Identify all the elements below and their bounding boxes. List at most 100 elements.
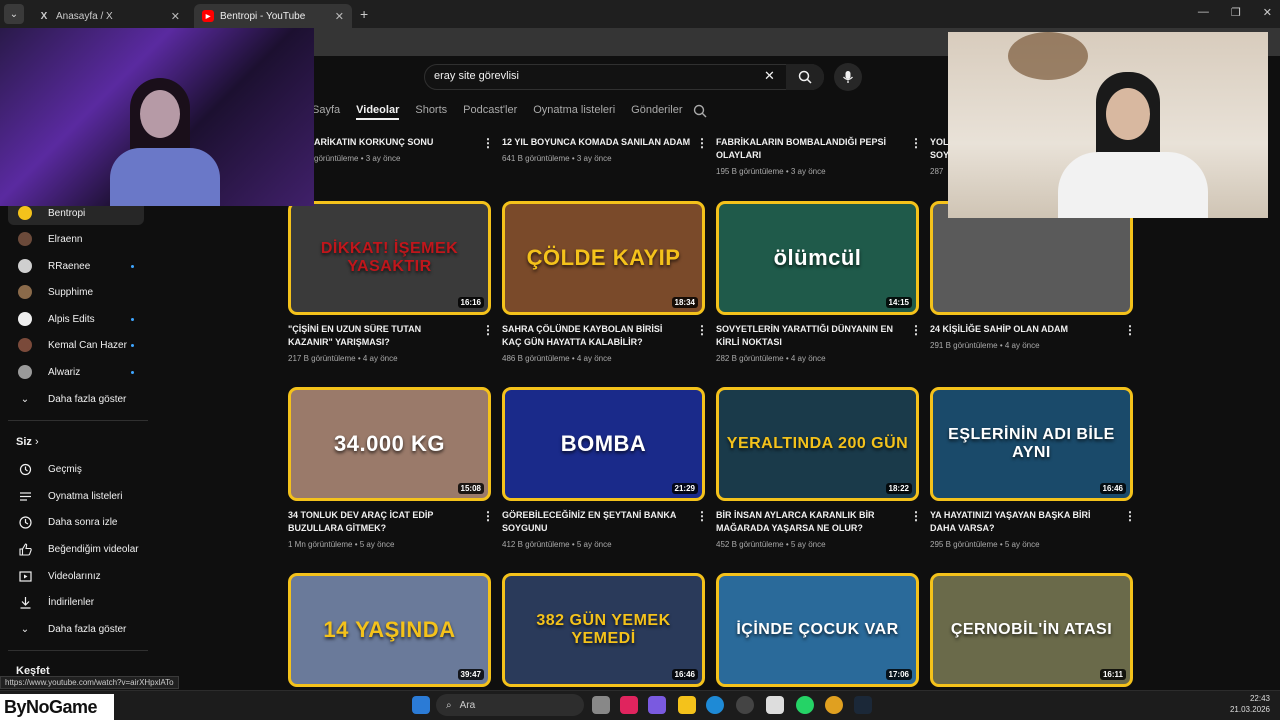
sidebar-item-playlists[interactable]: Oynatma listeleri xyxy=(8,484,144,508)
sidebar-item-supphime[interactable]: Supphime xyxy=(8,280,144,304)
video-thumbnail[interactable] xyxy=(930,201,1133,315)
steam-icon[interactable] xyxy=(854,696,872,714)
divider xyxy=(8,420,148,421)
new-tab-button[interactable]: + xyxy=(360,6,368,22)
more-options-icon[interactable]: ⋮ xyxy=(482,509,494,523)
sidebar-item-watch-later[interactable]: Daha sonra izle xyxy=(8,510,144,534)
video-thumbnail[interactable]: 34.000 KG 15:08 xyxy=(288,387,491,501)
store-icon[interactable] xyxy=(766,696,784,714)
windows-start-icon[interactable] xyxy=(412,696,430,714)
you-section-heading[interactable]: Siz › xyxy=(16,436,39,448)
app-icon[interactable] xyxy=(736,696,754,714)
chrome-icon[interactable] xyxy=(825,696,843,714)
partial-video-title[interactable]: YOL SOY xyxy=(930,136,950,162)
video-thumbnail[interactable]: BOMBA 21:29 xyxy=(502,387,705,501)
video-thumbnail[interactable]: 382 GÜN YEMEK YEMEDİ 16:46 xyxy=(502,573,705,687)
more-options-icon[interactable]: ⋮ xyxy=(696,509,708,523)
video-thumbnail[interactable]: ölümcül 14:15 xyxy=(716,201,919,315)
tab-shorts[interactable]: Shorts xyxy=(415,104,447,120)
close-window-icon[interactable]: ✕ xyxy=(1263,6,1272,19)
browser-tab-bar: ⌄ X Anasayfa / X ✕ ▶ Bentropi - YouTube … xyxy=(0,0,1280,28)
partial-video-title[interactable]: ARİKATIN KORKUNÇ SONU xyxy=(314,136,484,149)
minimize-icon[interactable]: — xyxy=(1198,6,1209,19)
whatsapp-icon[interactable] xyxy=(796,696,814,714)
task-view-icon[interactable] xyxy=(592,696,610,714)
more-options-icon[interactable]: ⋮ xyxy=(482,323,494,337)
video-title[interactable]: 24 KİŞİLİĞE SAHİP OLAN ADAM xyxy=(930,323,1110,336)
more-options-icon[interactable]: ⋮ xyxy=(482,136,494,150)
video-thumbnail[interactable]: EŞLERİNİN ADI BİLE AYNI 16:46 xyxy=(930,387,1133,501)
video-title[interactable]: SAHRA ÇÖLÜNDE KAYBOLAN BİRİSİ KAÇ GÜN HA… xyxy=(502,323,682,349)
video-thumbnail[interactable]: ÇERNOBİL'İN ATASI 16:11 xyxy=(930,573,1133,687)
more-options-icon[interactable]: ⋮ xyxy=(1124,323,1136,337)
chevron-down-icon: ⌄ xyxy=(20,393,30,405)
tab-posts[interactable]: Gönderiler xyxy=(631,104,682,120)
tab-videos[interactable]: Videolar xyxy=(356,104,400,120)
tab-playlists[interactable]: Oynatma listeleri xyxy=(533,104,615,120)
tab-x[interactable]: X Anasayfa / X ✕ xyxy=(30,4,188,28)
sidebar-item-downloads[interactable]: İndirilenler xyxy=(8,590,144,614)
close-icon[interactable]: ✕ xyxy=(335,10,344,23)
copilot-icon[interactable] xyxy=(648,696,666,714)
system-tray-clock[interactable]: 22:43 21.03.2026 xyxy=(1230,693,1270,715)
more-options-icon[interactable]: ⋮ xyxy=(910,136,922,150)
avatar xyxy=(18,206,32,220)
duration-badge: 21:29 xyxy=(671,483,698,494)
search-icon: ⌕ xyxy=(446,699,452,711)
video-thumbnail[interactable]: YERALTINDA 200 GÜN 18:22 xyxy=(716,387,919,501)
duration-badge: 39:47 xyxy=(457,669,484,680)
sidebar-item-kemal-can-hazer[interactable]: Kemal Can Hazer xyxy=(8,333,144,357)
tab-podcasts[interactable]: Podcast'ler xyxy=(463,104,517,120)
sidebar-item-liked-videos[interactable]: Beğendiğim videolar xyxy=(8,537,144,561)
search-button[interactable] xyxy=(786,64,824,90)
channel-tabs: Sayfa Videolar Shorts Podcast'ler Oynatm… xyxy=(312,104,699,120)
tab-search-icon[interactable]: ⌄ xyxy=(4,4,24,24)
edge-icon[interactable] xyxy=(706,696,724,714)
partial-video-title[interactable]: 12 YIL BOYUNCA KOMADA SANILAN ADAM xyxy=(502,136,692,149)
show-more-subscriptions-button[interactable]: ⌄ Daha fazla göster xyxy=(8,387,144,411)
sidebar-item-alwariz[interactable]: Alwariz xyxy=(8,360,144,384)
video-title[interactable]: 34 TONLUK DEV ARAÇ İCAT EDİP BUZULLARA G… xyxy=(288,509,468,535)
show-more-you-button[interactable]: ⌄ Daha fazla göster xyxy=(8,617,144,641)
more-options-icon[interactable]: ⋮ xyxy=(1124,509,1136,523)
video-title[interactable]: GÖREBİLECEĞİNİZ EN ŞEYTANİ BANKA SOYGUNU xyxy=(502,509,682,535)
more-options-icon[interactable]: ⋮ xyxy=(910,323,922,337)
sidebar-item-alpis-edits[interactable]: Alpis Edits xyxy=(8,307,144,331)
avatar xyxy=(18,365,32,379)
sidebar-item-rraenee[interactable]: RRaenee xyxy=(8,254,144,278)
video-thumbnail[interactable]: İÇİNDE ÇOCUK VAR 17:06 xyxy=(716,573,919,687)
sidebar-item-elraenn[interactable]: Elraenn xyxy=(8,227,144,251)
tab-home[interactable]: Sayfa xyxy=(312,104,340,120)
duration-badge: 17:06 xyxy=(885,669,912,680)
your-videos-icon xyxy=(18,570,32,583)
video-thumbnail[interactable]: DİKKAT! İŞEMEK YASAKTIR 16:16 xyxy=(288,201,491,315)
duration-badge: 18:34 xyxy=(671,297,698,308)
video-thumbnail[interactable]: ÇÖLDE KAYIP 18:34 xyxy=(502,201,705,315)
file-explorer-icon[interactable] xyxy=(678,696,696,714)
sidebar-item-history[interactable]: Geçmiş xyxy=(8,457,144,481)
partial-video-title[interactable]: FABRİKALARIN BOMBALANDIĞI PEPSİ OLAYLARI xyxy=(716,136,896,162)
more-options-icon[interactable]: ⋮ xyxy=(696,136,708,150)
close-icon[interactable]: ✕ xyxy=(171,10,180,23)
video-title[interactable]: SOVYETLERİN YARATTIĞI DÜNYANIN EN KİRLİ … xyxy=(716,323,896,349)
clear-search-icon[interactable]: ✕ xyxy=(764,68,775,84)
microphone-icon xyxy=(843,71,853,83)
more-options-icon[interactable]: ⋮ xyxy=(696,323,708,337)
sidebar-item-label: Daha fazla göster xyxy=(48,623,127,635)
tab-youtube[interactable]: ▶ Bentropi - YouTube ✕ xyxy=(194,4,352,28)
video-title[interactable]: YA HAYATINIZI YAŞAYAN BAŞKA BİRİ DAHA VA… xyxy=(930,509,1110,535)
tiktok-icon[interactable] xyxy=(620,696,638,714)
sidebar-item-your-videos[interactable]: Videolarınız xyxy=(8,564,144,588)
channel-search-button[interactable] xyxy=(693,104,707,123)
search-icon xyxy=(693,104,707,118)
video-title[interactable]: BİR İNSAN AYLARCA KARANLIK BİR MAĞARADA … xyxy=(716,509,896,535)
video-thumbnail[interactable]: 14 YAŞINDA 39:47 xyxy=(288,573,491,687)
restore-icon[interactable]: ❐ xyxy=(1231,6,1241,19)
link-status-url: https://www.youtube.com/watch?v=airXHpxl… xyxy=(0,676,179,689)
thumbnail-text: YERALTINDA 200 GÜN xyxy=(726,435,909,452)
more-options-icon[interactable]: ⋮ xyxy=(910,509,922,523)
video-title[interactable]: "ÇİŞİNİ EN UZUN SÜRE TUTAN KAZANIR" YARI… xyxy=(288,323,468,349)
search-query: eray site görevlisi xyxy=(434,70,519,82)
taskbar-search[interactable]: ⌕ Ara xyxy=(436,694,584,716)
voice-search-button[interactable] xyxy=(834,63,862,91)
